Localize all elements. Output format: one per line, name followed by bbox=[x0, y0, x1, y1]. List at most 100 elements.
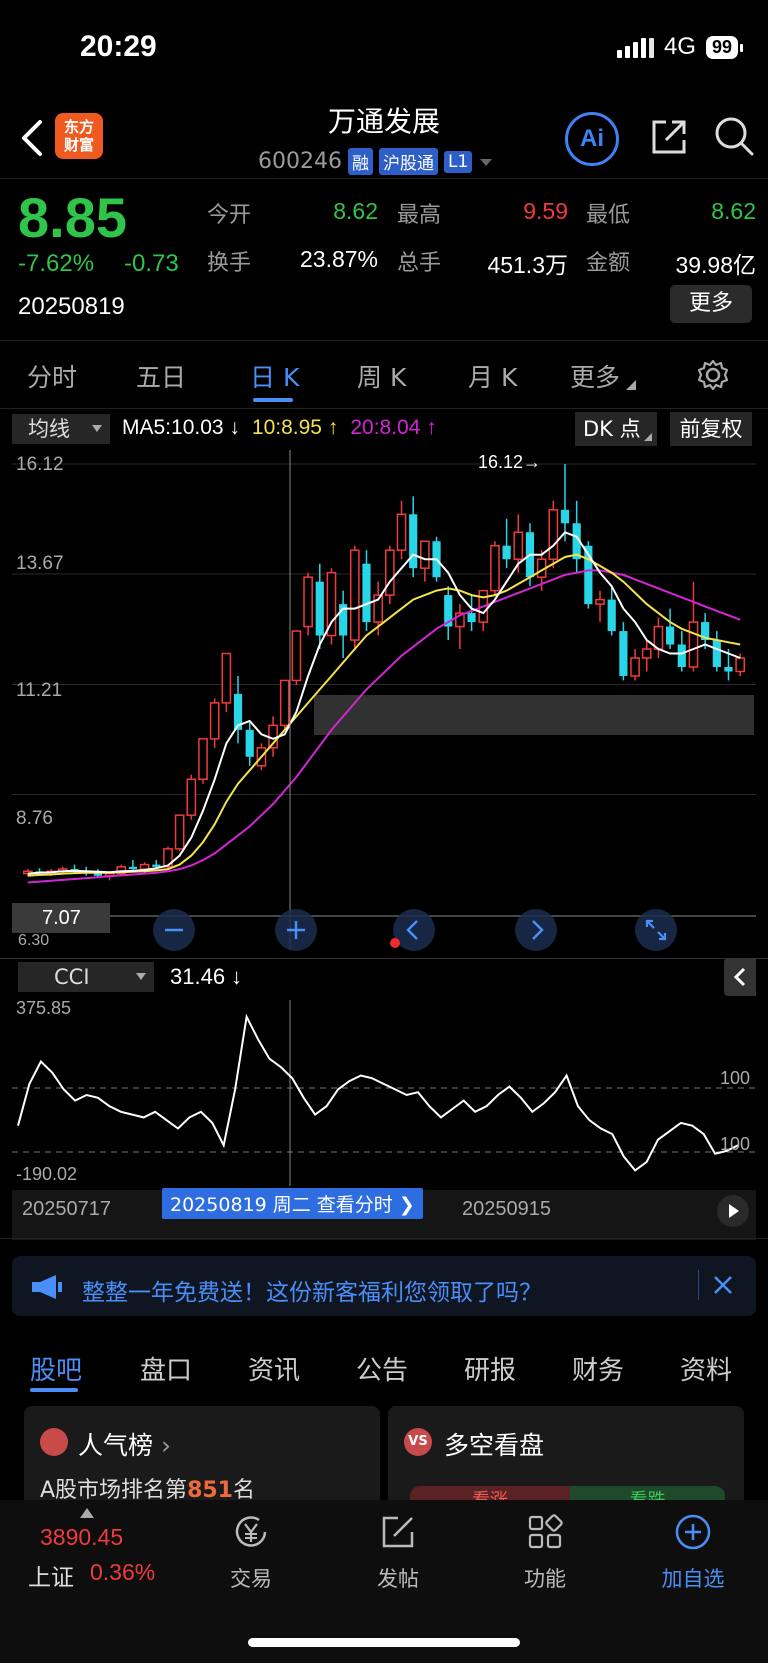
date-badge-text: 20250819 周二 查看分时 bbox=[170, 1194, 393, 1216]
tab-profile[interactable]: 资料 bbox=[680, 1350, 732, 1387]
chevron-right-icon: › bbox=[160, 1431, 171, 1460]
candle-body bbox=[209, 702, 220, 740]
candle-body bbox=[724, 666, 733, 672]
candle-body bbox=[93, 873, 102, 876]
nav-functions[interactable]: 功能 bbox=[490, 1512, 600, 1593]
cci-value-text: 31.46 bbox=[170, 964, 226, 989]
open-label: 今开 bbox=[207, 203, 252, 228]
play-icon[interactable] bbox=[716, 1194, 750, 1228]
ma-select-label: 均线 bbox=[28, 417, 70, 441]
tab-daily-k[interactable]: 日 K bbox=[250, 358, 299, 394]
candle-body bbox=[152, 864, 161, 867]
zoom-out-icon[interactable] bbox=[152, 908, 196, 952]
dk-label: DK 点 bbox=[583, 417, 641, 441]
current-price: 8.85 bbox=[18, 186, 127, 249]
tab-more[interactable]: 更多 bbox=[570, 358, 620, 394]
date-badge[interactable]: 20250819 周二 查看分时 ❯ bbox=[162, 1188, 423, 1219]
chart-grid bbox=[12, 463, 756, 796]
zoom-in-icon[interactable] bbox=[274, 908, 318, 952]
share-icon[interactable] bbox=[648, 116, 690, 158]
dropdown-icon bbox=[92, 425, 102, 432]
fullscreen-icon[interactable] bbox=[634, 908, 678, 952]
candle-body bbox=[291, 630, 302, 682]
yen-icon bbox=[235, 1516, 267, 1547]
cci-chart[interactable] bbox=[12, 1000, 756, 1186]
candle-body bbox=[630, 657, 640, 677]
candle-body bbox=[128, 866, 138, 870]
megaphone-icon bbox=[32, 1275, 62, 1299]
tab-underline bbox=[253, 398, 293, 402]
ranking-icon bbox=[40, 1428, 68, 1456]
tab-research[interactable]: 研报 bbox=[464, 1350, 516, 1387]
volume-label: 总手 bbox=[397, 251, 442, 276]
nav-functions-label: 功能 bbox=[524, 1567, 566, 1591]
nav-add-watchlist-label: 加自选 bbox=[661, 1567, 725, 1591]
event-dot[interactable] bbox=[390, 938, 400, 948]
ma10-text: 10:8.95 bbox=[251, 416, 322, 439]
caret-up-icon[interactable] bbox=[80, 1508, 94, 1518]
low-value: 8.62 bbox=[711, 198, 756, 224]
settings-icon[interactable] bbox=[696, 358, 730, 392]
stock-code-row[interactable]: 600246 融 沪股通 L1 bbox=[258, 148, 494, 175]
candle-body bbox=[666, 626, 675, 645]
candle-body bbox=[502, 545, 511, 560]
candle-body bbox=[490, 544, 500, 592]
tab-forum[interactable]: 股吧 bbox=[30, 1350, 82, 1387]
tab-intraday[interactable]: 分时 bbox=[27, 358, 77, 394]
search-icon[interactable] bbox=[712, 114, 756, 158]
more-button[interactable]: 更多 bbox=[670, 285, 752, 323]
y-tick-top: 16.12 bbox=[16, 454, 64, 475]
tab-news[interactable]: 资讯 bbox=[248, 1350, 300, 1387]
ma-select[interactable]: 均线 bbox=[12, 414, 110, 444]
tab-weekly-k[interactable]: 周 K bbox=[357, 358, 406, 394]
nav-add-watchlist[interactable]: 加自选 bbox=[638, 1512, 748, 1593]
turnover-value: 23.87% bbox=[299, 246, 378, 272]
status-indicators: 4G 99 bbox=[616, 33, 744, 61]
tab-orderbook[interactable]: 盘口 bbox=[140, 1350, 192, 1387]
add-circle-icon bbox=[675, 1514, 711, 1550]
scroll-right-icon[interactable] bbox=[514, 908, 558, 952]
index-percent[interactable]: 0.36% bbox=[90, 1559, 155, 1586]
candle-body bbox=[548, 509, 559, 560]
adjust-button[interactable]: 前复权 bbox=[670, 412, 752, 446]
corner-arrow-icon bbox=[626, 380, 636, 390]
tag-margin: 融 bbox=[347, 148, 373, 175]
nav-trade[interactable]: 交易 bbox=[196, 1512, 306, 1593]
home-indicator bbox=[248, 1638, 520, 1647]
dk-button[interactable]: DK 点 bbox=[575, 412, 657, 446]
candle-body bbox=[362, 563, 371, 623]
edit-icon bbox=[382, 1516, 414, 1548]
index-name[interactable]: 上证 bbox=[28, 1558, 74, 1592]
candle-body bbox=[420, 540, 430, 569]
tab-monthly-k[interactable]: 月 K bbox=[468, 358, 517, 394]
indicator-select[interactable]: CCI bbox=[18, 962, 154, 992]
corner-arrow-icon bbox=[644, 433, 652, 441]
candle-body bbox=[560, 509, 570, 524]
kline-chart[interactable] bbox=[12, 450, 756, 950]
battery-icon: 99 bbox=[705, 35, 744, 59]
index-value[interactable]: 3890.45 bbox=[40, 1524, 123, 1551]
candle-body bbox=[619, 631, 628, 676]
nav-post-label: 发帖 bbox=[377, 1567, 419, 1591]
cci-top-label: 375.85 bbox=[16, 998, 72, 1018]
y-tick-4: 8.76 bbox=[16, 808, 53, 829]
nav-post[interactable]: 发帖 bbox=[343, 1512, 453, 1593]
candle-body bbox=[303, 576, 313, 628]
y-tick-3: 11.21 bbox=[16, 680, 63, 701]
tab-five-day[interactable]: 五日 bbox=[136, 358, 186, 394]
popularity-title-text: 人气榜 bbox=[78, 1431, 154, 1460]
ma5-value: MA5:10.03 ↓ bbox=[122, 416, 240, 439]
candle-body bbox=[396, 513, 407, 551]
chevron-left-icon bbox=[733, 967, 746, 987]
ma10-value: 10:8.95 ↑ bbox=[251, 416, 339, 439]
signal-icon bbox=[616, 36, 654, 58]
candle-body bbox=[467, 613, 476, 623]
banner-divider bbox=[698, 1270, 699, 1300]
collapse-button[interactable] bbox=[724, 958, 756, 996]
tab-finance[interactable]: 财务 bbox=[572, 1350, 624, 1387]
low-label: 最低 bbox=[586, 203, 631, 228]
ai-button[interactable]: Ai bbox=[565, 112, 619, 166]
banner-text[interactable]: 整整一年免费送！这份新客福利您领取了吗？ bbox=[82, 1273, 542, 1307]
tab-announcements[interactable]: 公告 bbox=[356, 1350, 408, 1387]
close-icon[interactable] bbox=[712, 1274, 734, 1296]
